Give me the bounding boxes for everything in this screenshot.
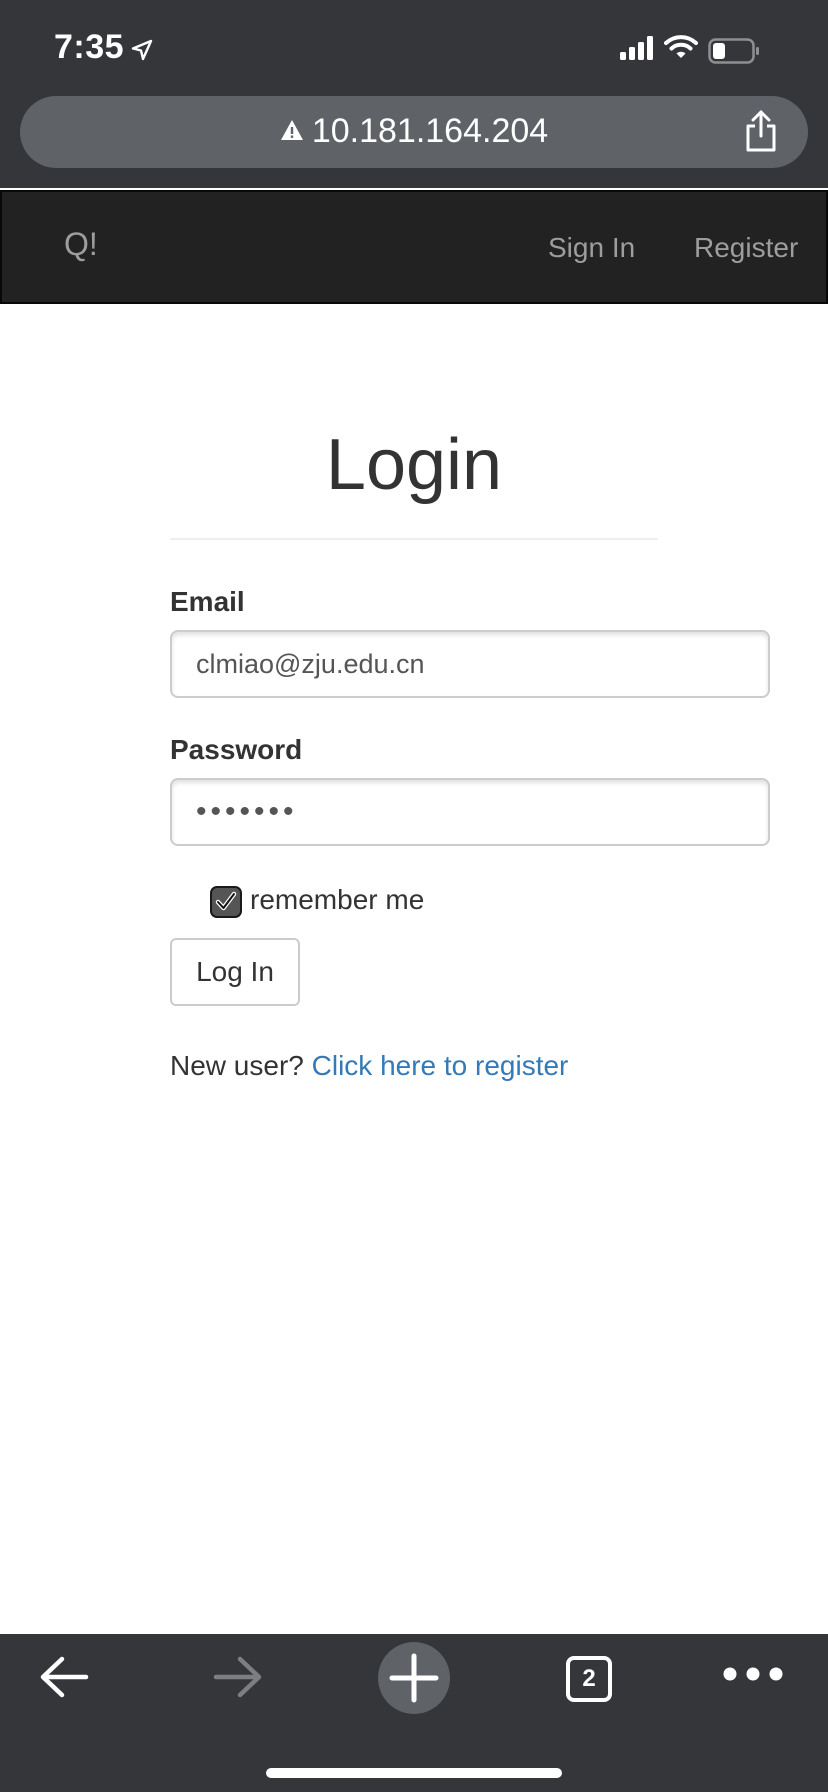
- forward-arrow-icon[interactable]: [212, 1654, 264, 1700]
- checkmark-icon: [215, 891, 237, 911]
- page-title: Login: [325, 425, 503, 505]
- plus-icon: [389, 1653, 439, 1703]
- log-in-button[interactable]: Log In: [170, 938, 300, 1006]
- new-user-text: New user?: [170, 1050, 304, 1081]
- status-time: 7:35: [54, 28, 125, 66]
- home-indicator[interactable]: [266, 1768, 562, 1778]
- new-user-line: New user? Click here to register: [170, 1050, 568, 1082]
- brand-link[interactable]: Q!: [64, 226, 98, 263]
- status-bar: 7:35: [0, 0, 828, 92]
- url-text: 10.181.164.204: [311, 112, 549, 150]
- location-arrow-icon: [131, 39, 153, 61]
- browser-chrome: 10.181.164.204: [0, 92, 828, 188]
- battery-icon: [708, 38, 759, 64]
- wifi-icon: [664, 35, 698, 58]
- address-bar[interactable]: 10.181.164.204: [20, 96, 808, 168]
- email-field[interactable]: [170, 630, 770, 698]
- browser-toolbar: 2: [0, 1634, 828, 1792]
- tab-switcher-button[interactable]: 2: [566, 1656, 612, 1702]
- share-icon[interactable]: [744, 110, 778, 152]
- register-link[interactable]: Click here to register: [312, 1050, 569, 1081]
- nav-register-link[interactable]: Register: [694, 232, 798, 264]
- remember-me-label[interactable]: remember me: [250, 884, 424, 916]
- more-options-icon[interactable]: [722, 1666, 784, 1682]
- title-divider: [170, 538, 658, 540]
- new-tab-button[interactable]: [378, 1642, 450, 1714]
- site-navbar: Q! Sign In Register: [0, 190, 828, 304]
- nav-sign-in-link[interactable]: Sign In: [548, 232, 635, 264]
- email-label: Email: [170, 586, 245, 617]
- back-arrow-icon[interactable]: [38, 1654, 90, 1700]
- warning-icon: [280, 120, 303, 141]
- password-label: Password: [170, 734, 303, 765]
- cellular-signal-icon: [620, 36, 653, 60]
- remember-me-checkbox[interactable]: [210, 886, 242, 918]
- password-field[interactable]: [170, 778, 770, 846]
